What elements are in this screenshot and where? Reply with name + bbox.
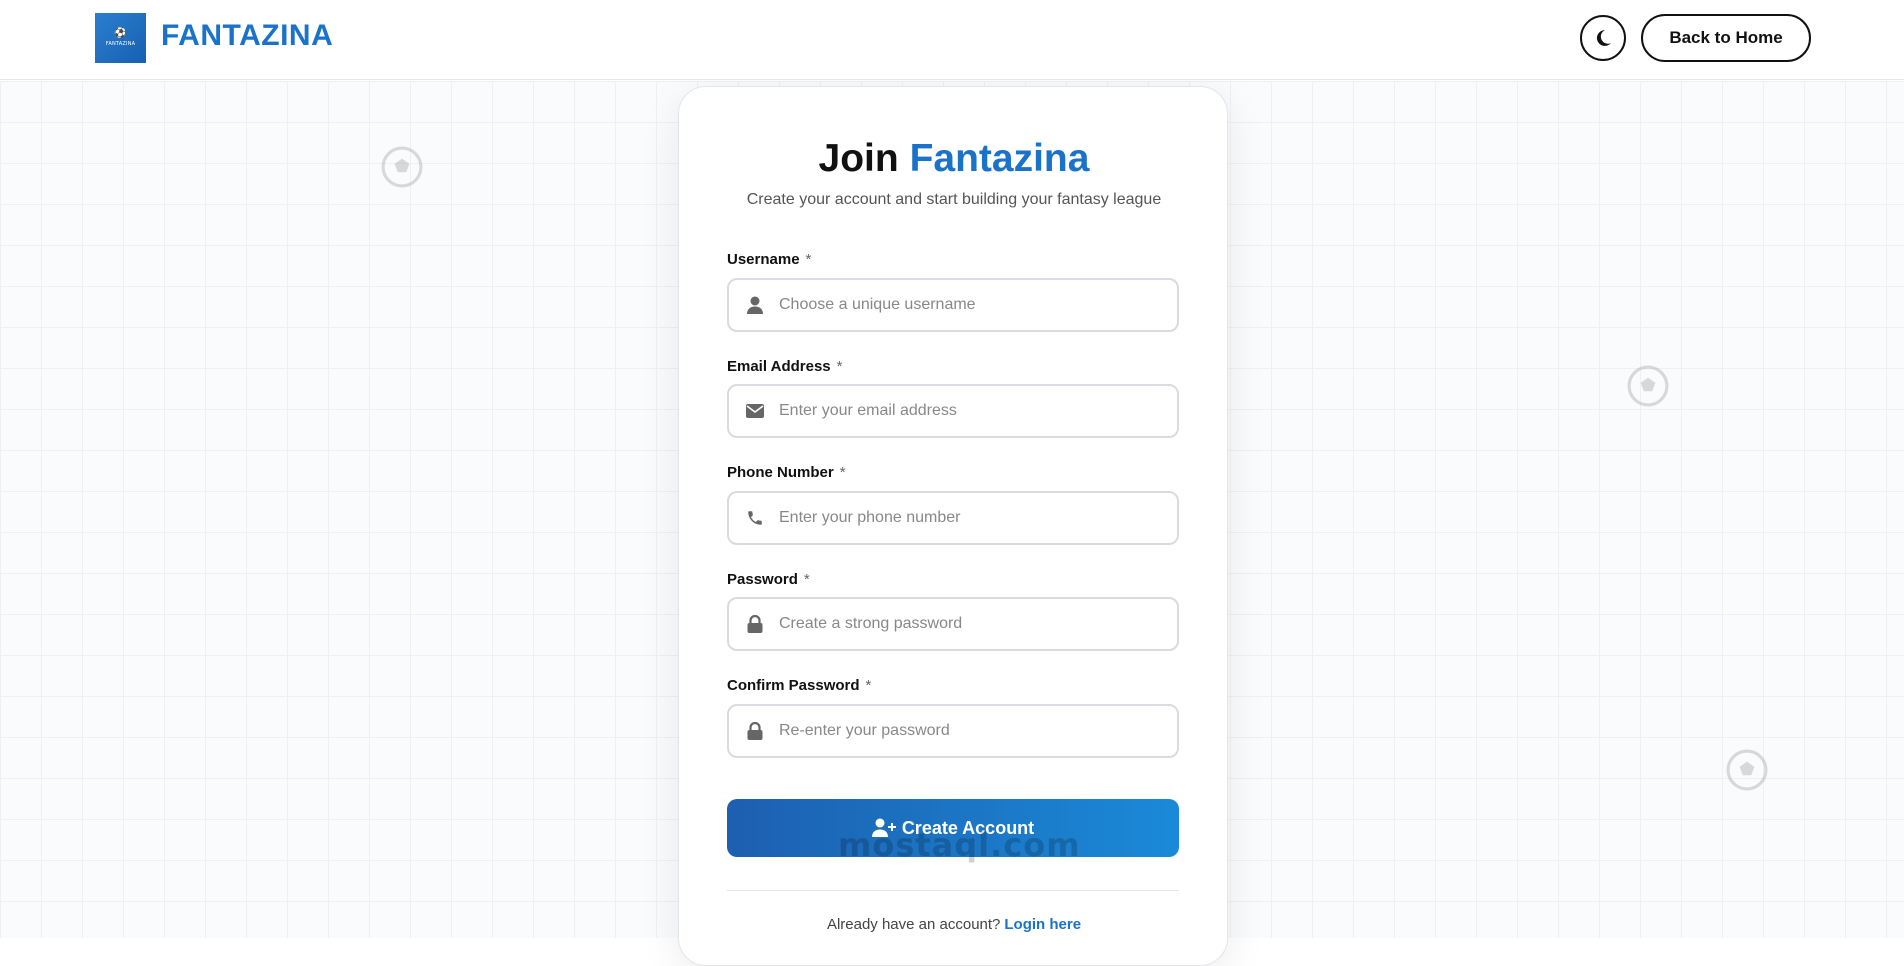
user-icon bbox=[745, 295, 765, 315]
brand-logo[interactable]: ⚽ FANTAZINA bbox=[95, 13, 146, 63]
required-mark: * bbox=[836, 358, 843, 375]
lock-icon bbox=[745, 721, 765, 741]
title-prefix: Join bbox=[818, 137, 899, 180]
soccer-ball-icon bbox=[1627, 365, 1669, 407]
login-link[interactable]: Login here bbox=[1004, 916, 1081, 933]
username-label: Username * bbox=[727, 251, 811, 268]
confirm-password-field[interactable] bbox=[727, 704, 1179, 758]
back-to-home-button[interactable]: Back to Home bbox=[1641, 14, 1811, 62]
phone-label: Phone Number * bbox=[727, 464, 846, 481]
username-input[interactable] bbox=[779, 285, 1159, 325]
username-field[interactable] bbox=[727, 278, 1179, 332]
soccer-ball-icon: ⚽ bbox=[114, 28, 127, 39]
brand-name[interactable]: FANTAZINA bbox=[161, 19, 333, 53]
required-mark: * bbox=[803, 571, 810, 588]
envelope-icon bbox=[745, 401, 765, 421]
divider bbox=[727, 890, 1179, 891]
phone-input[interactable] bbox=[779, 498, 1159, 538]
watermark: mostaql.com bbox=[838, 826, 1081, 864]
required-mark: * bbox=[805, 251, 812, 268]
password-input[interactable] bbox=[779, 604, 1159, 644]
theme-toggle-button[interactable] bbox=[1580, 15, 1626, 61]
page-subtitle: Create your account and start building y… bbox=[746, 191, 1162, 208]
confirm-password-label: Confirm Password * bbox=[727, 677, 871, 694]
soccer-ball-icon bbox=[1726, 749, 1768, 791]
phone-label-text: Phone Number bbox=[727, 464, 834, 481]
password-field[interactable] bbox=[727, 597, 1179, 651]
logo-text: FANTAZINA bbox=[105, 41, 136, 47]
login-prompt: Already have an account? Login here bbox=[679, 916, 1229, 933]
soccer-ball-icon bbox=[381, 146, 423, 188]
login-prompt-text: Already have an account? bbox=[826, 916, 1001, 933]
lock-icon bbox=[745, 614, 765, 634]
confirm-password-input[interactable] bbox=[779, 711, 1159, 751]
moon-icon bbox=[1596, 30, 1611, 46]
password-label: Password * bbox=[727, 571, 810, 588]
email-label: Email Address * bbox=[727, 358, 843, 375]
phone-icon bbox=[745, 508, 765, 528]
phone-field[interactable] bbox=[727, 491, 1179, 545]
username-label-text: Username bbox=[727, 251, 800, 268]
email-label-text: Email Address bbox=[727, 358, 831, 375]
page-title: Join Fantazina bbox=[679, 137, 1229, 181]
title-accent: Fantazina bbox=[909, 137, 1090, 180]
required-mark: * bbox=[839, 464, 846, 481]
required-mark: * bbox=[865, 677, 872, 694]
email-field[interactable] bbox=[727, 384, 1179, 438]
confirm-password-label-text: Confirm Password bbox=[727, 677, 860, 694]
top-header: ⚽ FANTAZINA FANTAZINA Back to Home bbox=[0, 0, 1904, 80]
password-label-text: Password bbox=[727, 571, 798, 588]
email-input[interactable] bbox=[779, 391, 1159, 431]
